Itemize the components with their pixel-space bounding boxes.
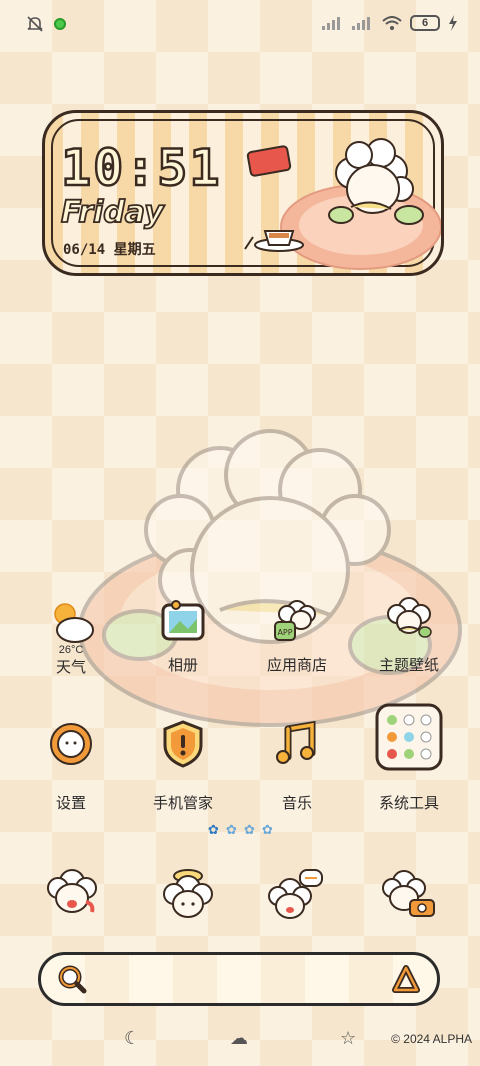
- clock-widget[interactable]: 10:51 Friday 06/14 星期五: [42, 110, 444, 276]
- copyright-text: © 2024 ALPHA: [391, 1032, 472, 1046]
- signal-icon: [352, 17, 370, 30]
- clock-day: Friday: [60, 194, 164, 231]
- search-icon[interactable]: [57, 964, 87, 994]
- dock-phone[interactable]: [42, 864, 102, 924]
- dock-messages[interactable]: [266, 864, 326, 924]
- clock-time: 10:51: [60, 138, 222, 199]
- page-dot[interactable]: ✿: [226, 823, 238, 836]
- dock-camera[interactable]: [158, 864, 218, 924]
- music-icon: [271, 718, 323, 770]
- page-dot[interactable]: ✿: [208, 823, 220, 836]
- folder-icon: [374, 702, 444, 772]
- app-label: 设置: [55, 794, 86, 812]
- home-icon[interactable]: ☁: [230, 1028, 248, 1049]
- status-bar: 6: [0, 0, 480, 52]
- page-indicator[interactable]: ✿ ✿ ✿ ✿: [208, 823, 274, 836]
- recents-icon[interactable]: ☆: [340, 1028, 356, 1049]
- dock-browser[interactable]: [380, 864, 440, 924]
- app-theme[interactable]: 主题壁纸: [354, 596, 464, 675]
- browser-sheep-icon: [382, 870, 435, 917]
- app-label: 音乐: [281, 794, 312, 812]
- app-label: 应用商店: [266, 656, 327, 674]
- app-system-tools-folder[interactable]: 系统工具: [354, 702, 464, 813]
- sleeping-sheep-illustration: [244, 138, 441, 270]
- app-label: 天气: [55, 658, 86, 676]
- wifi-icon: [382, 16, 402, 30]
- app-security[interactable]: 手机管家: [128, 718, 238, 813]
- security-icon: [157, 718, 209, 770]
- gallery-icon: [157, 596, 209, 648]
- weather-icon: [45, 596, 97, 648]
- app-store-icon: APP: [271, 596, 323, 648]
- app-label: 系统工具: [378, 794, 439, 812]
- page-dot[interactable]: ✿: [262, 823, 274, 836]
- app-store[interactable]: APP 应用商店: [242, 596, 352, 675]
- search-bar[interactable]: [38, 952, 440, 1006]
- assistant-icon[interactable]: [389, 964, 423, 994]
- message-sheep-icon: [268, 869, 323, 919]
- page-dot[interactable]: ✿: [244, 823, 256, 836]
- app-settings[interactable]: 设置: [16, 718, 126, 813]
- notification-dot-icon: [54, 18, 66, 30]
- signal-icon: [322, 17, 340, 30]
- camera-sheep-icon: [163, 869, 213, 918]
- app-weather[interactable]: 26°C 天气: [16, 596, 126, 677]
- settings-icon: [45, 718, 97, 770]
- mute-bell-icon: [27, 16, 43, 32]
- clock-date: 06/14 星期五: [63, 242, 156, 258]
- weather-temp: 26°C: [58, 644, 84, 656]
- app-music[interactable]: 音乐: [242, 718, 352, 813]
- battery-icon: 6: [410, 15, 440, 31]
- theme-icon: [383, 596, 435, 648]
- charging-icon: [449, 15, 457, 31]
- svg-text:APP: APP: [277, 628, 292, 637]
- app-label: 手机管家: [152, 794, 213, 812]
- app-label: 相册: [167, 656, 198, 674]
- app-gallery[interactable]: 相册: [128, 596, 238, 675]
- back-icon[interactable]: ☾: [124, 1028, 140, 1049]
- app-label: 主题壁纸: [378, 656, 439, 674]
- phone-sheep-icon: [47, 869, 97, 913]
